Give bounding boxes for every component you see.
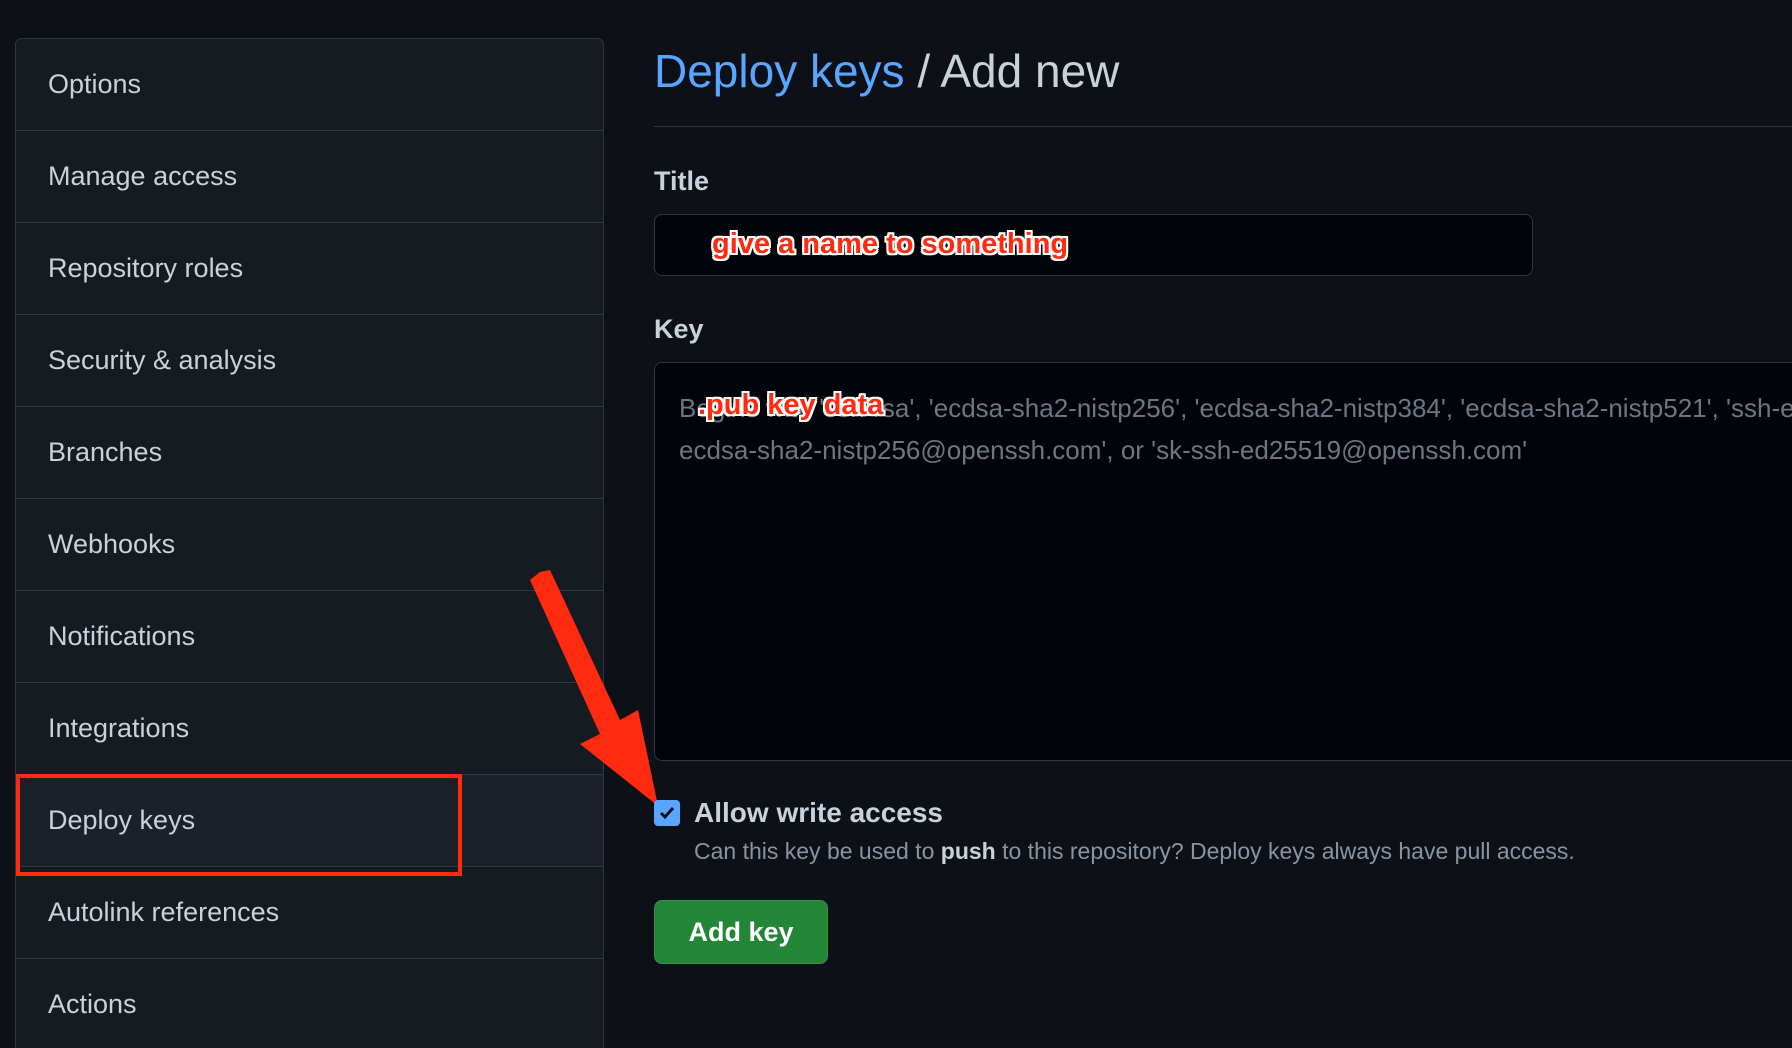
key-placeholder-line-2: ecdsa-sha2-nistp256@openssh.com', or 'sk…	[679, 435, 1528, 465]
sidebar-item-manage-access[interactable]: Manage access	[16, 131, 603, 223]
allow-write-desc-end: to this repository? Deploy keys always h…	[995, 838, 1575, 864]
sidebar-item-label: Deploy keys	[48, 805, 196, 835]
main-content: Deploy keys / Add new Title give a name …	[654, 0, 1792, 1048]
breadcrumb-separator: /	[904, 45, 941, 97]
title-label: Title	[654, 166, 710, 196]
sidebar-item-options[interactable]: Options	[16, 39, 603, 131]
page-title: Deploy keys / Add new	[654, 44, 1119, 98]
sidebar-item-security-analysis[interactable]: Security & analysis	[16, 315, 603, 407]
sidebar-item-autolink-references[interactable]: Autolink references	[16, 867, 603, 959]
add-key-button[interactable]: Add key	[654, 900, 828, 964]
sidebar-item-label: Repository roles	[48, 253, 244, 283]
settings-sidebar: Options Manage access Repository roles S…	[15, 38, 604, 1048]
sidebar-item-branches[interactable]: Branches	[16, 407, 603, 499]
sidebar-item-integrations[interactable]: Integrations	[16, 683, 603, 775]
key-placeholder-line-1: Begins with 'ssh-rsa', 'ecdsa-sha2-nistp…	[679, 393, 1792, 423]
breadcrumb-deploy-keys-link[interactable]: Deploy keys	[654, 45, 905, 97]
sidebar-item-notifications[interactable]: Notifications	[16, 591, 603, 683]
key-textarea[interactable]: Begins with 'ssh-rsa', 'ecdsa-sha2-nistp…	[654, 362, 1792, 761]
sidebar-item-label: Security & analysis	[48, 345, 277, 375]
sidebar-item-label: Branches	[48, 437, 163, 467]
key-label: Key	[654, 314, 704, 344]
allow-write-checkbox[interactable]	[654, 800, 680, 826]
allow-write-desc-start: Can this key be used to	[694, 838, 941, 864]
sidebar-item-deploy-keys[interactable]: Deploy keys	[16, 775, 603, 867]
allow-write-description: Can this key be used to push to this rep…	[694, 838, 1575, 865]
allow-write-desc-push: push	[940, 838, 996, 864]
sidebar-item-actions[interactable]: Actions	[16, 959, 603, 1048]
heading-divider	[654, 126, 1792, 127]
sidebar-item-label: Options	[48, 69, 142, 99]
sidebar-item-label: Autolink references	[48, 897, 280, 927]
sidebar-item-label: Webhooks	[48, 529, 176, 559]
sidebar-item-repository-roles[interactable]: Repository roles	[16, 223, 603, 315]
sidebar-item-label: Actions	[48, 989, 137, 1019]
title-input[interactable]	[654, 214, 1533, 276]
sidebar-item-label: Manage access	[48, 161, 238, 191]
checkmark-icon	[659, 807, 675, 820]
deploy-keys-page: Options Manage access Repository roles S…	[0, 0, 1792, 1048]
sidebar-item-webhooks[interactable]: Webhooks	[16, 499, 603, 591]
sidebar-item-label: Notifications	[48, 621, 196, 651]
allow-write-label[interactable]: Allow write access	[694, 797, 943, 829]
breadcrumb-current: Add new	[940, 45, 1120, 97]
sidebar-item-label: Integrations	[48, 713, 190, 743]
